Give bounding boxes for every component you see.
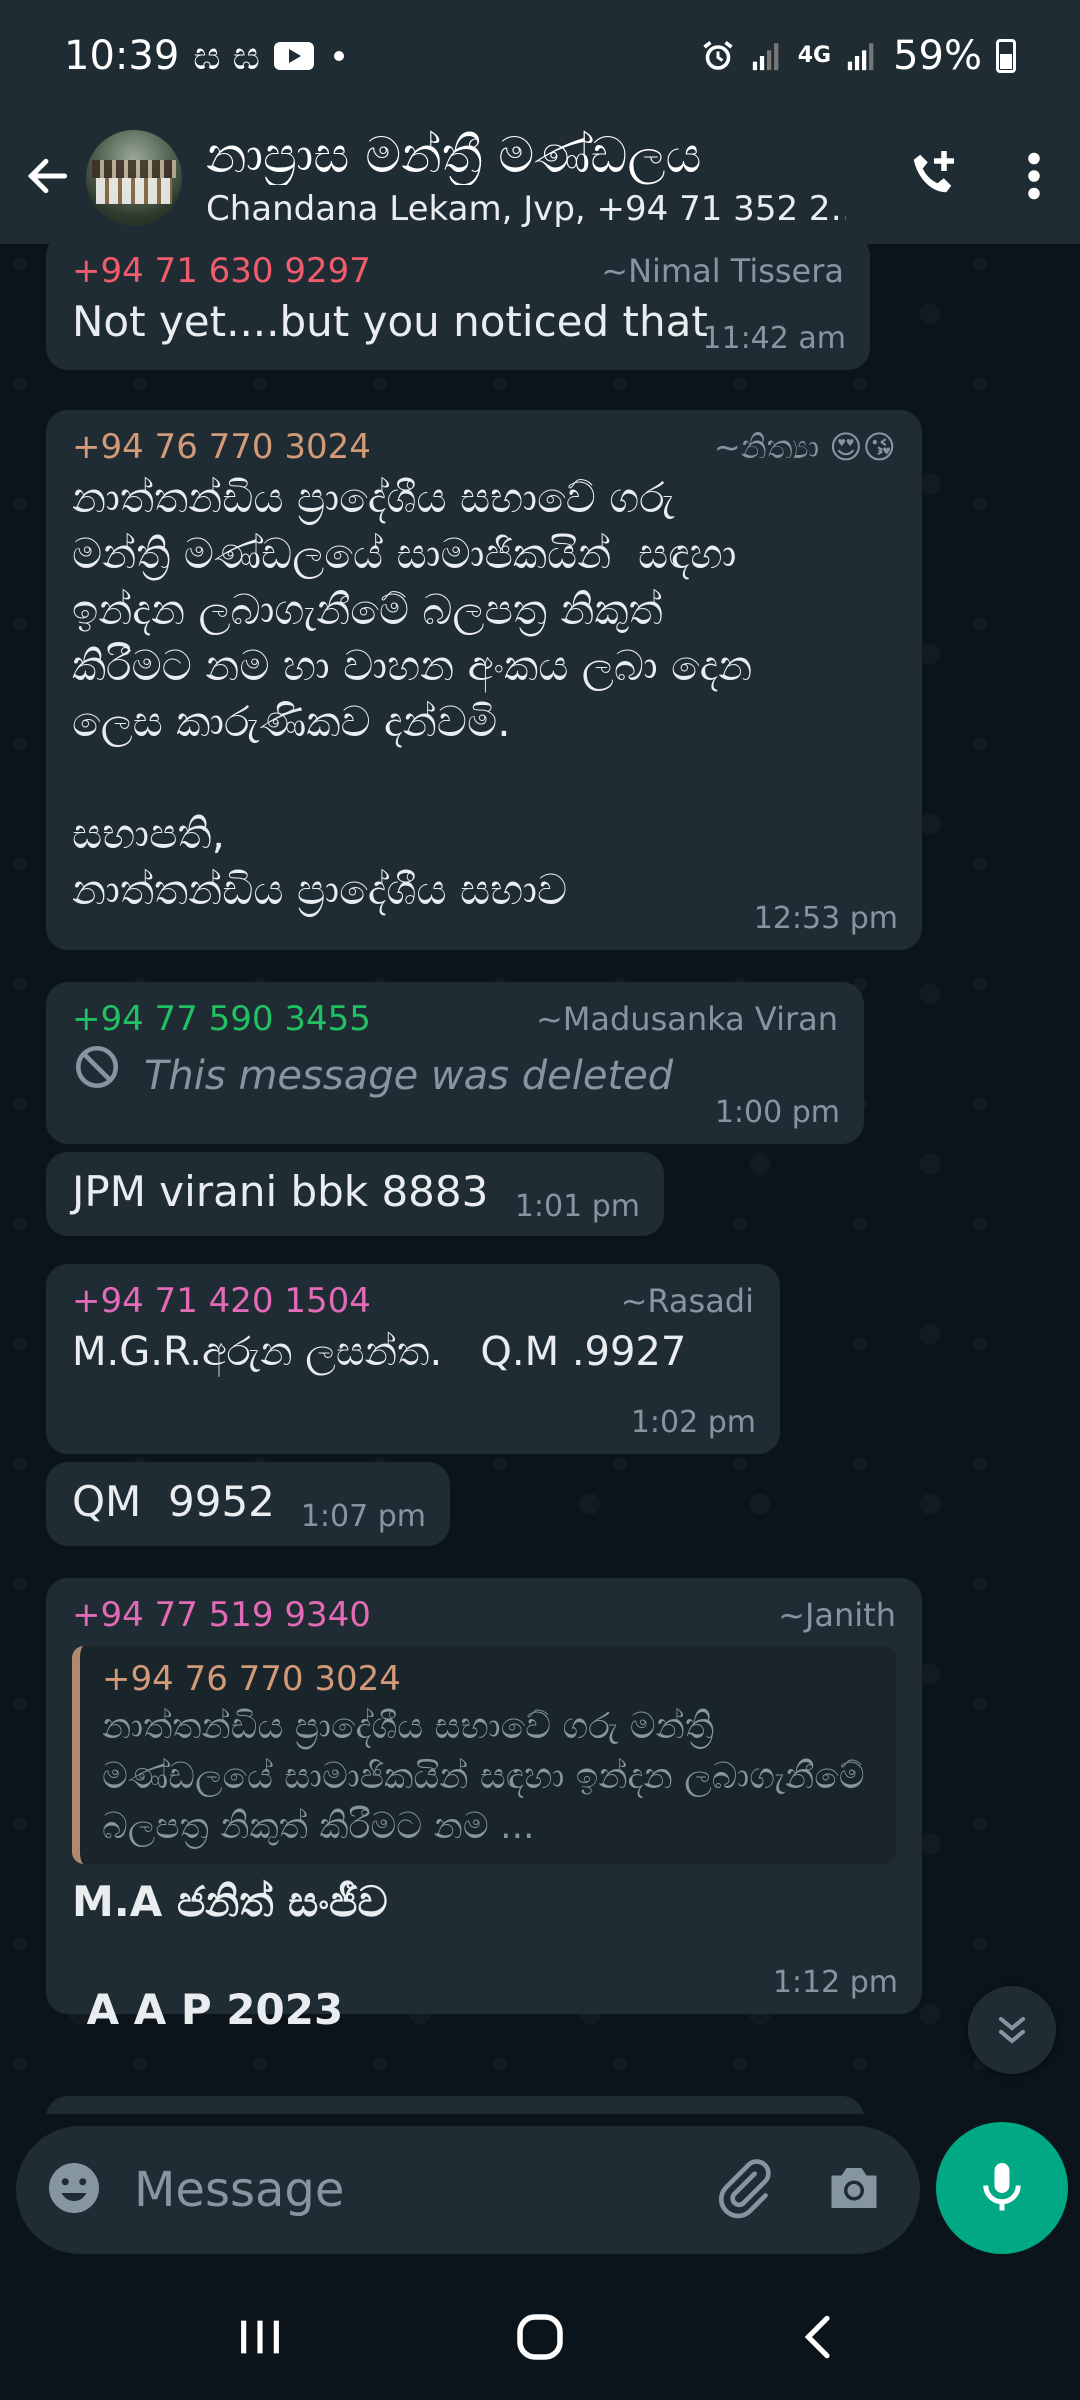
group-info[interactable]: නාප්‍රාස මන්ත්‍රී මණ්ඩලය Chandana Lekam,… bbox=[206, 125, 846, 231]
status-bar: 10:39 ඝ ඝ 4G 59% bbox=[0, 0, 1080, 112]
paperclip-icon bbox=[718, 2159, 771, 2219]
sender-alias: ~Rasadi bbox=[620, 1282, 754, 1320]
message-time: 11:42 am bbox=[702, 321, 846, 356]
alarm-icon bbox=[700, 38, 736, 74]
home-icon bbox=[517, 2314, 563, 2360]
message-input-container[interactable]: Message bbox=[16, 2126, 920, 2254]
group-avatar[interactable] bbox=[86, 130, 182, 226]
message-time: 1:00 pm bbox=[714, 1095, 840, 1130]
notification-icons: ඝ ඝ bbox=[193, 33, 261, 78]
sender-alias: ~Janith bbox=[778, 1596, 896, 1634]
system-back-button[interactable] bbox=[775, 2292, 865, 2382]
signal-icon bbox=[750, 39, 784, 73]
sender-alias: ~Madusanka Viran bbox=[535, 1000, 838, 1038]
message-time: 1:02 pm bbox=[630, 1405, 756, 1440]
more-options-button[interactable] bbox=[1024, 146, 1044, 210]
chat-messages-area[interactable]: +94 71 630 9297 ~Nimal Tissera Not yet..… bbox=[0, 244, 1080, 2114]
message-time: 1:07 pm bbox=[300, 1499, 426, 1534]
message-bubble[interactable]: +94 76 770 3024 ~නිත්‍යා 😍😘 නාත්තන්ඩිය ප… bbox=[46, 410, 922, 950]
battery-percent: 59% bbox=[893, 33, 982, 79]
emoji-icon bbox=[49, 2163, 99, 2213]
sender-number[interactable]: +94 77 519 9340 bbox=[72, 1592, 371, 1638]
message-time: 1:12 pm bbox=[772, 1965, 898, 2000]
battery-icon bbox=[996, 39, 1016, 73]
group-members: Chandana Lekam, Jvp, +94 71 352 2… bbox=[206, 189, 846, 229]
deleted-message-text: This message was deleted bbox=[144, 1052, 674, 1099]
recent-apps-button[interactable] bbox=[215, 2292, 305, 2382]
quoted-sender: +94 76 770 3024 bbox=[102, 1659, 401, 1699]
sender-number[interactable]: +94 71 420 1504 bbox=[72, 1278, 371, 1324]
chat-header: නාප්‍රාස මන්ත්‍රී මණ්ඩලය Chandana Lekam,… bbox=[0, 112, 1080, 244]
attach-button[interactable] bbox=[712, 2157, 774, 2223]
message-input[interactable]: Message bbox=[134, 2162, 344, 2218]
message-text-line-1: M.A ජනිත් සංජීව bbox=[72, 1877, 388, 1926]
message-time: 1:01 pm bbox=[514, 1189, 640, 1224]
camera-icon bbox=[831, 2168, 877, 2208]
scroll-to-bottom-button[interactable] bbox=[968, 1986, 1056, 2074]
signal-2-icon bbox=[845, 39, 879, 73]
message-bubble-deleted[interactable]: +94 77 590 3455 ~Madusanka Viran This me… bbox=[46, 982, 864, 1144]
back-button[interactable] bbox=[20, 150, 76, 206]
sender-number[interactable]: +94 71 630 9297 bbox=[72, 248, 371, 294]
message-bubble-reply[interactable]: +94 77 519 9340 ~Janith +94 76 770 3024 … bbox=[46, 1578, 922, 2034]
message-bubble[interactable]: JPM virani bbk 8883 1:01 pm bbox=[46, 1152, 664, 1236]
compose-bar: Message bbox=[0, 2114, 1080, 2274]
message-text: නාත්තන්ඩිය ප්‍රාදේශීය සභාවේ ගරු මන්ත්‍රි… bbox=[72, 473, 753, 914]
camera-button[interactable] bbox=[824, 2158, 884, 2222]
youtube-icon bbox=[274, 42, 315, 70]
sender-alias: ~නිත්‍යා 😍😘 bbox=[713, 428, 896, 466]
more-notifications-dot-icon bbox=[334, 51, 345, 61]
deleted-icon bbox=[72, 1042, 122, 1109]
back-chevron-icon bbox=[804, 2315, 830, 2359]
emoji-button[interactable] bbox=[44, 2158, 104, 2222]
status-time: 10:39 bbox=[64, 33, 180, 79]
system-navigation-bar bbox=[0, 2274, 1080, 2400]
microphone-icon bbox=[983, 2163, 1021, 2211]
back-arrow-icon bbox=[23, 151, 73, 205]
network-type-label: 4G bbox=[797, 43, 832, 68]
message-text: M.G.R.අරුන ලසන්ත. Q.M .9927 bbox=[72, 1329, 687, 1375]
message-time: 12:53 pm bbox=[753, 901, 898, 936]
sender-alias: ~Nimal Tissera bbox=[601, 252, 844, 290]
quoted-text: නාත්තන්ඩිය ප්‍රාදේශීය සභාවේ ගරු මන්ත්‍රි… bbox=[102, 1706, 865, 1847]
recent-apps-icon bbox=[241, 2320, 279, 2354]
group-title: නාප්‍රාස මන්ත්‍රී මණ්ඩලය bbox=[206, 126, 702, 184]
message-bubble[interactable]: +94 71 420 1504 ~Rasadi M.G.R.අරුන ලසන්ත… bbox=[46, 1264, 780, 1454]
home-button[interactable] bbox=[495, 2292, 585, 2382]
more-vertical-icon bbox=[1028, 152, 1040, 200]
phone-plus-icon bbox=[913, 151, 954, 193]
quoted-message[interactable]: +94 76 770 3024 නාත්තන්ඩිය ප්‍රාදේශීය සභ… bbox=[72, 1646, 896, 1864]
voice-message-button[interactable] bbox=[936, 2122, 1068, 2254]
message-bubble-partial[interactable] bbox=[46, 2096, 864, 2114]
sender-number[interactable]: +94 77 590 3455 bbox=[72, 996, 371, 1042]
message-bubble[interactable]: QM 9952 1:07 pm bbox=[46, 1462, 450, 1546]
message-bubble[interactable]: +94 71 630 9297 ~Nimal Tissera Not yet..… bbox=[46, 244, 870, 370]
sender-number[interactable]: +94 76 770 3024 bbox=[72, 424, 371, 470]
double-chevron-down-icon bbox=[998, 2016, 1026, 2044]
add-call-button[interactable] bbox=[904, 146, 964, 210]
